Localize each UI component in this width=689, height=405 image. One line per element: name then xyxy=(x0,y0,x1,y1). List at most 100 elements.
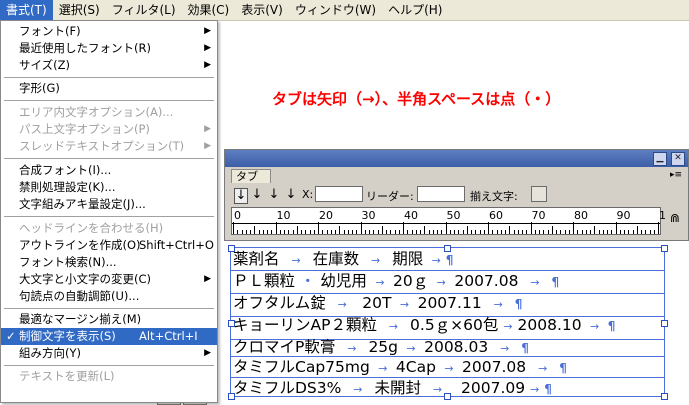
frame-handle[interactable] xyxy=(661,245,668,252)
menu-filter[interactable]: フィルタ(L) xyxy=(106,0,182,20)
ruler-number: 50 xyxy=(446,209,461,222)
tab-arrow-icon: → xyxy=(493,342,517,355)
menu-item-label: 字形(G) xyxy=(19,81,60,95)
ruler-tick xyxy=(658,222,659,234)
submenu-arrow-icon: ▶ xyxy=(204,124,211,134)
ruler-tick xyxy=(407,230,409,234)
cell: 在庫数 xyxy=(312,250,360,268)
menu-item-font[interactable]: フォント(F) ▶ xyxy=(1,23,217,40)
menu-item-composite-fonts[interactable]: 合成フォント(I)... xyxy=(1,162,217,179)
menu-item-label: 最近使用したフォント(R) xyxy=(19,41,151,55)
menu-item-fit-headline[interactable]: ヘッドラインを合わせる(H) xyxy=(1,220,217,237)
ruler-tick xyxy=(381,226,383,234)
ruler-number: 0 xyxy=(234,209,241,222)
panel-menu-icon[interactable]: ▸≡ xyxy=(670,170,682,180)
snap-to-frame-icon[interactable]: ⋒ xyxy=(668,210,682,226)
ruler-number: 60 xyxy=(489,209,503,222)
ruler-tick xyxy=(556,230,557,234)
menu-select[interactable]: 選択(S) xyxy=(53,0,106,20)
menu-item-change-case[interactable]: 大文字と小文字の変更(C) ▶ xyxy=(1,271,217,288)
ruler-tick xyxy=(398,230,400,234)
tab-panel: ▁ ✕ タブ ▸≡ ↓ ↓ ↓ ↓ X: リーダー: 揃え文字: 0 10 20 30… xyxy=(224,149,689,241)
menu-item-type-on-path-options[interactable]: パス上文字オプション(P) ▶ xyxy=(1,121,217,138)
left-align-tab-icon[interactable]: ↓ xyxy=(234,188,248,204)
menu-item-glyphs[interactable]: 字形(G) xyxy=(1,80,217,97)
menu-item-find-font[interactable]: フォント検索(N)... xyxy=(1,254,217,271)
cell: 2007.11 xyxy=(417,294,482,312)
shortcut-label: Shift+Ctrl+O xyxy=(139,238,214,252)
menu-item-optical-margin-alignment[interactable]: 最適なマージン揃え(M) xyxy=(1,311,217,328)
tab-controls-row: ↓ ↓ ↓ ↓ X: リーダー: 揃え文字: xyxy=(225,183,688,207)
cell: 20T xyxy=(362,294,392,312)
menu-effect[interactable]: 効果(C) xyxy=(182,0,236,20)
ruler-tick xyxy=(296,226,298,234)
tab-tabs[interactable]: タブ xyxy=(231,169,271,183)
menu-item-label: 合成フォント(I)... xyxy=(19,163,112,177)
x-position-input[interactable] xyxy=(315,186,363,202)
tab-arrow-icon: → xyxy=(364,254,388,267)
cell: 20ｇ xyxy=(393,272,429,290)
ruler-tick xyxy=(632,230,634,234)
align-char-input[interactable] xyxy=(531,186,547,202)
tab-ruler[interactable]: 0 10 20 30 40 50 60 70 80 90 1 xyxy=(231,207,666,235)
pilcrow-icon: ¶ xyxy=(514,297,523,311)
ruler-tick xyxy=(560,230,562,234)
ruler-tick xyxy=(573,222,574,234)
tab-arrow-icon: → xyxy=(433,276,450,289)
close-icon[interactable]: ✕ xyxy=(671,152,685,166)
menu-item-smart-punctuation[interactable]: 句読点の自動調節(U)... xyxy=(1,288,217,305)
menu-separator xyxy=(4,365,214,366)
menu-item-type-orientation[interactable]: 組み方向(Y) ▶ xyxy=(1,345,217,362)
ruler-tick xyxy=(441,230,443,234)
ruler-tick xyxy=(513,230,515,234)
menu-item-mojikumi-settings[interactable]: 文字組みアキ量設定(J)... xyxy=(1,196,217,213)
minimize-icon[interactable]: ▁ xyxy=(653,152,667,166)
menu-window[interactable]: ウィンドウ(W) xyxy=(289,0,382,20)
cell: 薬剤名 xyxy=(233,250,280,268)
decimal-align-tab-icon[interactable]: ↓ xyxy=(285,188,297,202)
menu-separator xyxy=(4,100,214,101)
ruler-tick xyxy=(288,230,290,234)
center-align-tab-icon[interactable]: ↓ xyxy=(251,188,263,202)
tab-arrow-icon: → xyxy=(523,276,547,289)
ruler-tick xyxy=(466,226,468,234)
pilcrow-icon: ¶ xyxy=(521,341,529,355)
submenu-arrow-icon: ▶ xyxy=(204,348,211,358)
cell: 未開封 xyxy=(374,379,421,397)
frame-handle[interactable] xyxy=(661,320,668,327)
ruler-tick xyxy=(534,230,536,234)
ruler-tick xyxy=(615,222,617,234)
menu-view[interactable]: 表示(V) xyxy=(235,0,289,20)
menu-item-threaded-text-options[interactable]: スレッドテキストオプション(T) ▶ xyxy=(1,138,217,155)
ruler-tick xyxy=(483,230,485,234)
menu-item-area-type-options[interactable]: エリア内文字オプション(A)... xyxy=(1,104,217,121)
right-align-tab-icon[interactable]: ↓ xyxy=(268,188,280,202)
ruler-tick xyxy=(318,222,319,234)
menu-item-update-legacy-text[interactable]: テキストを更新(L) xyxy=(1,368,217,385)
tab-arrow-icon: → xyxy=(428,254,441,267)
menu-item-show-hidden-characters[interactable]: ✓ 制御文字を表示(S) Alt+Ctrl+I xyxy=(1,328,217,345)
ruler-tick xyxy=(462,230,464,234)
cell: ＰＬ顆粒 xyxy=(233,272,296,290)
leader-input[interactable] xyxy=(417,186,465,202)
menu-separator xyxy=(4,308,214,309)
menu-format[interactable]: 書式(T) xyxy=(0,0,53,20)
table-row: キョーリンAP２顆粒 → 0.5ｇ×60包 → 2008.10 → ¶ xyxy=(233,314,615,336)
tab-arrow-icon: → xyxy=(346,383,370,396)
ruler-tick xyxy=(254,226,256,234)
menu-item-size[interactable]: サイズ(Z) ▶ xyxy=(1,57,217,74)
tab-arrow-icon: → xyxy=(440,362,458,375)
menu-separator xyxy=(4,158,214,159)
menu-item-label: 大文字と小文字の変更(C) xyxy=(19,272,152,286)
ruler-tick xyxy=(526,230,528,234)
menu-help[interactable]: ヘルプ(H) xyxy=(382,0,448,20)
tab-arrow-icon: → xyxy=(486,298,510,311)
cell: 4Cap xyxy=(395,358,436,376)
menu-item-kinsoku-settings[interactable]: 禁則処理設定(K)... xyxy=(1,179,217,196)
menu-item-recent-fonts[interactable]: 最近使用したフォント(R) ▶ xyxy=(1,40,217,57)
panel-title-bar[interactable]: ▁ ✕ xyxy=(225,150,688,167)
menu-item-label: パス上文字オプション(P) xyxy=(19,122,150,136)
ruler-tick xyxy=(539,230,540,234)
frame-handle[interactable] xyxy=(661,393,668,400)
menu-item-create-outlines[interactable]: アウトラインを作成(O) Shift+Ctrl+O xyxy=(1,237,217,254)
